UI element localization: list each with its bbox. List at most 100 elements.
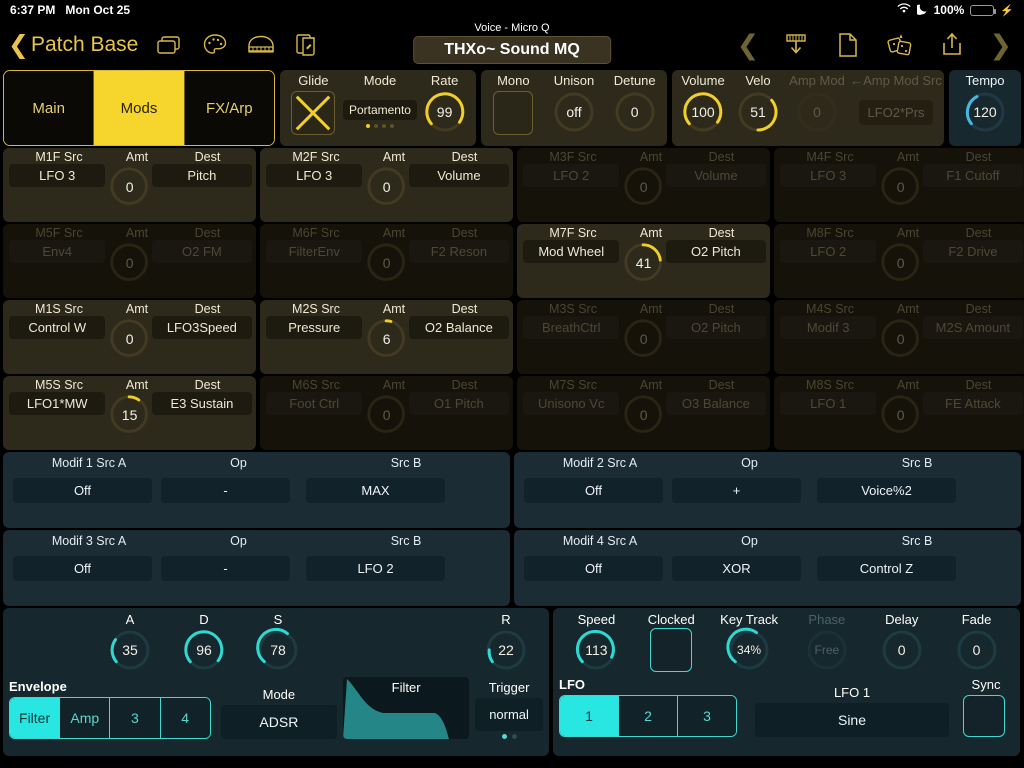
m1s-src-value[interactable]: Control W	[9, 316, 106, 339]
m3s-amt-knob[interactable]: 0	[621, 316, 665, 362]
modif2-src-b-value[interactable]: Voice%2	[817, 478, 956, 503]
env-select-amp[interactable]: Amp	[60, 698, 111, 738]
lfo-speed-knob[interactable]: 113	[573, 627, 619, 673]
tab-mods[interactable]: Mods	[94, 71, 185, 145]
modif3-op-value[interactable]: -	[161, 556, 290, 581]
modif1-src-a-value[interactable]: Off	[13, 478, 152, 503]
lfo-delay-knob[interactable]: 0	[879, 627, 925, 673]
m2s-dest-value[interactable]: O2 Balance	[408, 316, 510, 339]
palette-icon[interactable]	[200, 30, 230, 60]
modif4-op-value[interactable]: XOR	[672, 556, 801, 581]
m7s-src-value[interactable]: Unisono Vc	[523, 392, 620, 415]
m5f-amt-knob[interactable]: 0	[107, 240, 151, 286]
m1s-dest-value[interactable]: LFO3Speed	[151, 316, 253, 339]
lfo-wave-value[interactable]: Sine	[755, 703, 949, 737]
lfo-select-1[interactable]: 1	[560, 696, 619, 736]
new-file-icon[interactable]	[833, 30, 863, 60]
m3f-src-value[interactable]: LFO 2	[523, 164, 620, 187]
m6f-src-value[interactable]: FilterEnv	[266, 240, 363, 263]
env-select-filter[interactable]: Filter	[10, 698, 61, 738]
m7f-amt-knob[interactable]: 41	[621, 240, 665, 286]
m3s-src-value[interactable]: BreathCtrl	[523, 316, 620, 339]
next-chevron-icon[interactable]: ❯	[989, 30, 1012, 61]
env-release-knob[interactable]: 22	[483, 627, 529, 673]
lfo-phase-knob[interactable]: Free	[804, 627, 850, 673]
tab-fx-arp[interactable]: FX/Arp	[184, 71, 274, 145]
m2s-amt-knob[interactable]: 6	[364, 316, 408, 362]
back-to-patch-base-button[interactable]: ❮ Patch Base	[8, 32, 138, 58]
m4s-src-value[interactable]: Modif 3	[780, 316, 877, 339]
randomize-dice-icon[interactable]	[885, 30, 915, 60]
modif2-src-a-value[interactable]: Off	[524, 478, 663, 503]
m8s-dest-value[interactable]: FE Attack	[922, 392, 1024, 415]
env-select-3[interactable]: 3	[110, 698, 161, 738]
m4s-amt-knob[interactable]: 0	[878, 316, 922, 362]
m6s-dest-value[interactable]: O1 Pitch	[408, 392, 510, 415]
glide-mode-page-dots[interactable]	[365, 124, 394, 128]
modif2-op-value[interactable]: +	[672, 478, 801, 503]
mono-checkbox[interactable]	[493, 91, 534, 135]
amp-mod-src-value[interactable]: LFO2*Prs	[859, 100, 933, 125]
m5s-src-value[interactable]: LFO1*MW	[9, 392, 106, 415]
windows-icon[interactable]	[154, 30, 184, 60]
glide-rate-knob[interactable]: 99	[422, 89, 468, 135]
envelope-graph[interactable]: Filter	[343, 677, 470, 739]
m2f-src-value[interactable]: LFO 3	[266, 164, 363, 187]
lfo-sync-checkbox[interactable]	[963, 695, 1005, 737]
m3s-dest-value[interactable]: O2 Pitch	[665, 316, 767, 339]
m1f-src-value[interactable]: LFO 3	[9, 164, 106, 187]
env-trigger-value[interactable]: normal	[475, 698, 543, 731]
amp-mod-knob[interactable]: 0	[794, 89, 840, 135]
piano-icon[interactable]	[246, 30, 276, 60]
m5f-dest-value[interactable]: O2 FM	[151, 240, 253, 263]
env-mode-value[interactable]: ADSR	[220, 705, 338, 739]
m8f-dest-value[interactable]: F2 Drive	[922, 240, 1024, 263]
lfo-keytrack-knob[interactable]: 34%	[726, 627, 772, 673]
share-upload-icon[interactable]	[937, 30, 967, 60]
m8s-src-value[interactable]: LFO 1	[780, 392, 877, 415]
glide-mode-value[interactable]: Portamento	[342, 100, 417, 120]
m8s-amt-knob[interactable]: 0	[878, 392, 922, 438]
velo-knob[interactable]: 51	[735, 89, 781, 135]
m5s-amt-knob[interactable]: 15	[107, 392, 151, 438]
tab-main[interactable]: Main	[4, 71, 95, 145]
m6f-amt-knob[interactable]: 0	[364, 240, 408, 286]
lfo-fade-knob[interactable]: 0	[954, 627, 1000, 673]
m6s-src-value[interactable]: Foot Ctrl	[266, 392, 363, 415]
modif4-src-b-value[interactable]: Control Z	[817, 556, 956, 581]
unison-knob[interactable]: off	[551, 89, 597, 135]
m2f-amt-knob[interactable]: 0	[364, 164, 408, 210]
env-decay-knob[interactable]: 96	[181, 627, 227, 673]
m5s-dest-value[interactable]: E3 Sustain	[151, 392, 253, 415]
patch-name-field[interactable]: THXo~ Sound MQ	[413, 36, 611, 64]
download-patch-icon[interactable]	[781, 30, 811, 60]
m3f-amt-knob[interactable]: 0	[621, 164, 665, 210]
modif1-op-value[interactable]: -	[161, 478, 290, 503]
glide-toggle[interactable]	[291, 91, 336, 135]
prev-chevron-icon[interactable]: ❮	[737, 30, 760, 61]
copy-patch-icon[interactable]	[292, 30, 322, 60]
m8f-src-value[interactable]: LFO 2	[780, 240, 877, 263]
modif3-src-a-value[interactable]: Off	[13, 556, 152, 581]
m6f-dest-value[interactable]: F2 Reson	[408, 240, 510, 263]
m2f-dest-value[interactable]: Volume	[408, 164, 510, 187]
m4f-src-value[interactable]: LFO 3	[780, 164, 877, 187]
m4f-amt-knob[interactable]: 0	[878, 164, 922, 210]
m7s-dest-value[interactable]: O3 Balance	[665, 392, 767, 415]
lfo-select-2[interactable]: 2	[619, 696, 678, 736]
m8f-amt-knob[interactable]: 0	[878, 240, 922, 286]
m7f-dest-value[interactable]: O2 Pitch	[665, 240, 767, 263]
m5f-src-value[interactable]: Env4	[9, 240, 106, 263]
m1s-amt-knob[interactable]: 0	[107, 316, 151, 362]
m2s-src-value[interactable]: Pressure	[266, 316, 363, 339]
envelope-page-dots[interactable]	[475, 734, 543, 739]
m3f-dest-value[interactable]: Volume	[665, 164, 767, 187]
m7s-amt-knob[interactable]: 0	[621, 392, 665, 438]
detune-knob[interactable]: 0	[612, 89, 658, 135]
tempo-knob[interactable]: 120	[962, 89, 1008, 135]
modif3-src-b-value[interactable]: LFO 2	[306, 556, 445, 581]
m4s-dest-value[interactable]: M2S Amount	[922, 316, 1024, 339]
modif1-src-b-value[interactable]: MAX	[306, 478, 445, 503]
m4f-dest-value[interactable]: F1 Cutoff	[922, 164, 1024, 187]
modif4-src-a-value[interactable]: Off	[524, 556, 663, 581]
